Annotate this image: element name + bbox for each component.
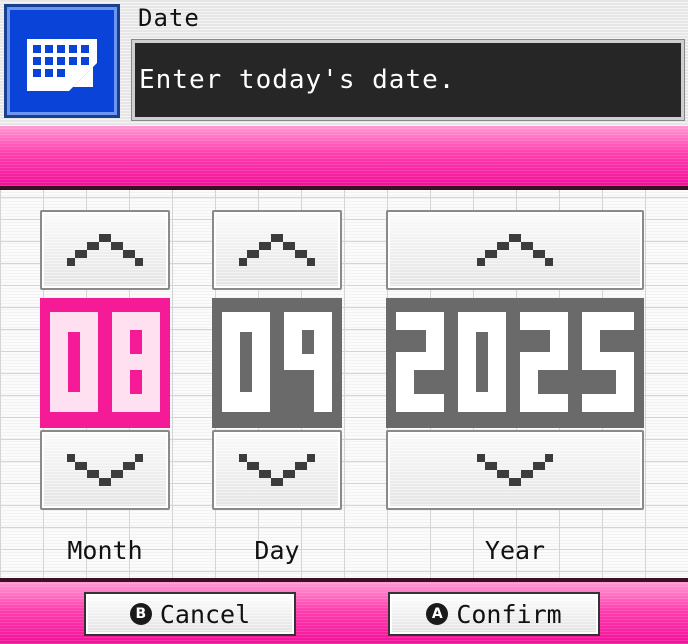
day-digits xyxy=(222,312,332,412)
chevron-up-icon xyxy=(477,234,553,266)
month-down-button[interactable] xyxy=(40,430,170,510)
top-pink-band xyxy=(0,126,688,186)
date-picker-panel: Month Day Year xyxy=(0,190,688,578)
dialog-title: Date xyxy=(138,4,200,32)
day-label: Day xyxy=(254,536,300,565)
confirm-button[interactable]: A Confirm xyxy=(388,592,600,636)
month-up-button[interactable] xyxy=(40,210,170,290)
day-value[interactable] xyxy=(212,298,342,428)
year-value[interactable] xyxy=(386,298,644,428)
month-digits xyxy=(50,312,160,412)
message-box: Enter today's date. xyxy=(131,39,685,121)
year-down-button[interactable] xyxy=(386,430,644,510)
year-digits xyxy=(396,312,634,412)
calendar-icon xyxy=(4,4,120,118)
month-value[interactable] xyxy=(40,298,170,428)
confirm-label: Confirm xyxy=(456,599,562,629)
instruction-text: Enter today's date. xyxy=(139,65,456,95)
chevron-up-icon xyxy=(67,234,143,266)
a-button-icon: A xyxy=(426,603,449,625)
year-label: Year xyxy=(484,536,546,565)
day-down-button[interactable] xyxy=(212,430,342,510)
chevron-up-icon xyxy=(239,234,315,266)
chevron-down-icon xyxy=(477,454,553,486)
header-bar: Date Enter today's date. xyxy=(0,0,688,126)
month-label: Month xyxy=(67,536,143,565)
chevron-down-icon xyxy=(239,454,315,486)
b-button-icon: B xyxy=(129,603,152,625)
cancel-label: Cancel xyxy=(159,599,251,629)
chevron-down-icon xyxy=(67,454,143,486)
year-up-button[interactable] xyxy=(386,210,644,290)
cancel-button[interactable]: B Cancel xyxy=(84,592,296,636)
day-up-button[interactable] xyxy=(212,210,342,290)
